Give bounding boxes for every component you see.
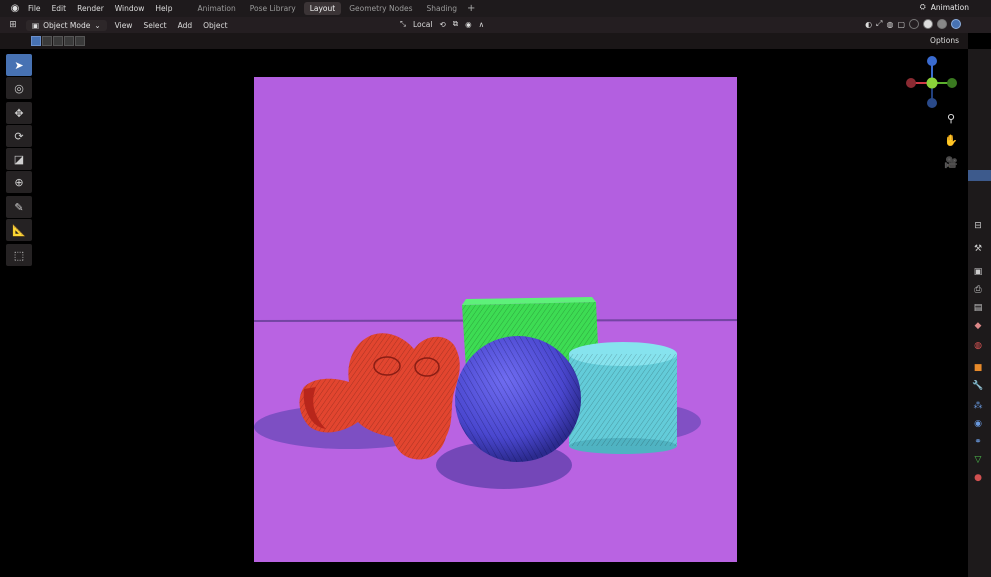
scene-name: Animation	[930, 2, 969, 12]
render-properties-icon[interactable]: ▣	[972, 266, 984, 278]
blue-sphere	[455, 336, 581, 462]
mode-label: Object Mode	[43, 20, 91, 30]
options-dropdown[interactable]: Options	[930, 36, 959, 45]
camera-view-icon[interactable]: 🎥	[944, 156, 958, 178]
add-workspace-button[interactable]: +	[467, 3, 475, 14]
menu-window[interactable]: Window	[115, 4, 145, 13]
solid-shading-icon[interactable]	[923, 19, 933, 29]
gizmo-z-negative	[927, 98, 937, 108]
transform-orientation-dropdown[interactable]: Local	[413, 20, 432, 29]
overlay-icon[interactable]: ◍	[886, 20, 893, 29]
menu-view[interactable]: View	[115, 21, 133, 30]
axis-gizmo	[906, 56, 957, 108]
tool-settings-icon[interactable]: ⚒	[972, 243, 984, 255]
selection-mode-buttons	[31, 36, 85, 46]
tab-geometry-nodes[interactable]: Geometry Nodes	[343, 2, 418, 15]
scene-selector[interactable]: ⛭ Animation	[920, 2, 969, 12]
outliner-selected-row[interactable]	[968, 170, 991, 181]
scale-icon[interactable]: ◪	[6, 148, 32, 170]
particles-icon[interactable]: ⁂	[972, 400, 984, 412]
falloff-icon[interactable]: ∧	[479, 20, 485, 29]
menu-help[interactable]: Help	[155, 4, 172, 13]
main-menu: File Edit Render Window Help	[28, 4, 183, 13]
object-data-icon[interactable]: ▽	[972, 454, 984, 466]
output-properties-icon[interactable]: ⎙	[972, 284, 984, 296]
viewport-menus: View Select Add Object	[115, 21, 239, 30]
scene-icon: ⛭	[919, 2, 926, 11]
menu-file[interactable]: File	[28, 4, 41, 13]
gizmo-x-negative	[906, 78, 916, 88]
viewport-toolbar: ➤ ◎ ✥ ⟳ ◪ ⊕ ✎ 📐 ⬚	[6, 54, 34, 267]
view-layer-icon[interactable]: ▤	[972, 302, 984, 314]
render-preview[interactable]	[254, 77, 737, 562]
scene-properties-icon[interactable]: ◆	[972, 320, 984, 332]
select-intersect-icon[interactable]	[75, 36, 85, 46]
rotate-icon[interactable]: ⟳	[6, 125, 32, 147]
gizmo-y-positive	[947, 78, 957, 88]
menu-object[interactable]: Object	[203, 21, 227, 30]
object-mode-icon: ▣	[32, 20, 40, 30]
properties-editor-type-icon[interactable]: ⊟	[972, 220, 984, 232]
rendered-shading-icon[interactable]	[951, 19, 961, 29]
scene-illustration	[254, 77, 737, 562]
tool-settings-bar: Options	[0, 33, 968, 49]
transform-icon[interactable]: ⊕	[6, 171, 32, 193]
menu-add[interactable]: Add	[178, 21, 193, 30]
viewport-header: ⊞ ▣ Object Mode ⌄ View Select Add Object…	[0, 17, 991, 33]
visibility-icon[interactable]: ◐	[865, 20, 872, 29]
pivot-icon[interactable]: ⟲	[439, 20, 445, 29]
cursor-icon[interactable]: ◎	[6, 77, 32, 99]
workspace-tabs: Animation Pose Library Layout Geometry N…	[191, 2, 475, 15]
snap-icon[interactable]: ⧉	[453, 19, 458, 29]
orientation-icon: ⤡	[400, 19, 406, 28]
move-icon[interactable]: ✥	[6, 102, 32, 124]
blender-logo-icon[interactable]: ◉	[8, 2, 22, 16]
viewport-display-controls: ◐ ⤢ ◍ ▢	[865, 19, 961, 29]
navigation-buttons: ⚲ ✋ 🎥	[944, 112, 958, 178]
proportional-edit-icon[interactable]: ◉	[465, 20, 472, 29]
gizmo-center	[926, 77, 938, 89]
tab-animation[interactable]: Animation	[191, 2, 241, 15]
cyan-cylinder	[569, 342, 677, 454]
material-shading-icon[interactable]	[937, 19, 947, 29]
annotate-icon[interactable]: ✎	[6, 196, 32, 218]
xray-icon[interactable]: ▢	[897, 20, 905, 29]
material-properties-icon[interactable]: ●	[972, 472, 984, 484]
transform-controls: ⤡ Local ⟲ ⧉ ◉ ∧	[400, 19, 484, 29]
constraints-icon[interactable]: ⚭	[972, 436, 984, 448]
editor-type-icon[interactable]: ⊞	[0, 20, 26, 30]
pan-hand-icon[interactable]: ✋	[944, 134, 958, 156]
select-box-icon[interactable]: ➤	[6, 54, 32, 76]
tab-pose-library[interactable]: Pose Library	[244, 2, 302, 15]
navigation-gizmo[interactable]	[900, 56, 966, 112]
gizmo-z-positive	[927, 56, 937, 66]
modifier-wrench-icon[interactable]: 🔧	[972, 380, 984, 392]
select-extend-icon[interactable]	[42, 36, 52, 46]
physics-icon[interactable]: ◉	[972, 418, 984, 430]
gizmo-toggle-icon[interactable]: ⤢	[876, 19, 882, 29]
select-subtract-icon[interactable]	[53, 36, 63, 46]
menu-select[interactable]: Select	[143, 21, 166, 30]
mode-dropdown[interactable]: ▣ Object Mode ⌄	[26, 19, 107, 31]
tab-layout[interactable]: Layout	[303, 2, 342, 15]
add-cube-icon[interactable]: ⬚	[6, 244, 32, 266]
object-properties-icon[interactable]: ■	[972, 362, 984, 374]
chevron-down-icon: ⌄	[94, 20, 101, 30]
tab-shading[interactable]: Shading	[420, 2, 462, 15]
zoom-icon[interactable]: ⚲	[944, 112, 958, 134]
world-properties-icon[interactable]: ◍	[972, 340, 984, 352]
menu-render[interactable]: Render	[77, 4, 104, 13]
top-menu-bar: ◉ File Edit Render Window Help Animation…	[0, 0, 991, 17]
menu-edit[interactable]: Edit	[52, 4, 67, 13]
measure-icon[interactable]: 📐	[6, 219, 32, 241]
select-new-icon[interactable]	[31, 36, 41, 46]
wireframe-shading-icon[interactable]	[909, 19, 919, 29]
select-invert-icon[interactable]	[64, 36, 74, 46]
